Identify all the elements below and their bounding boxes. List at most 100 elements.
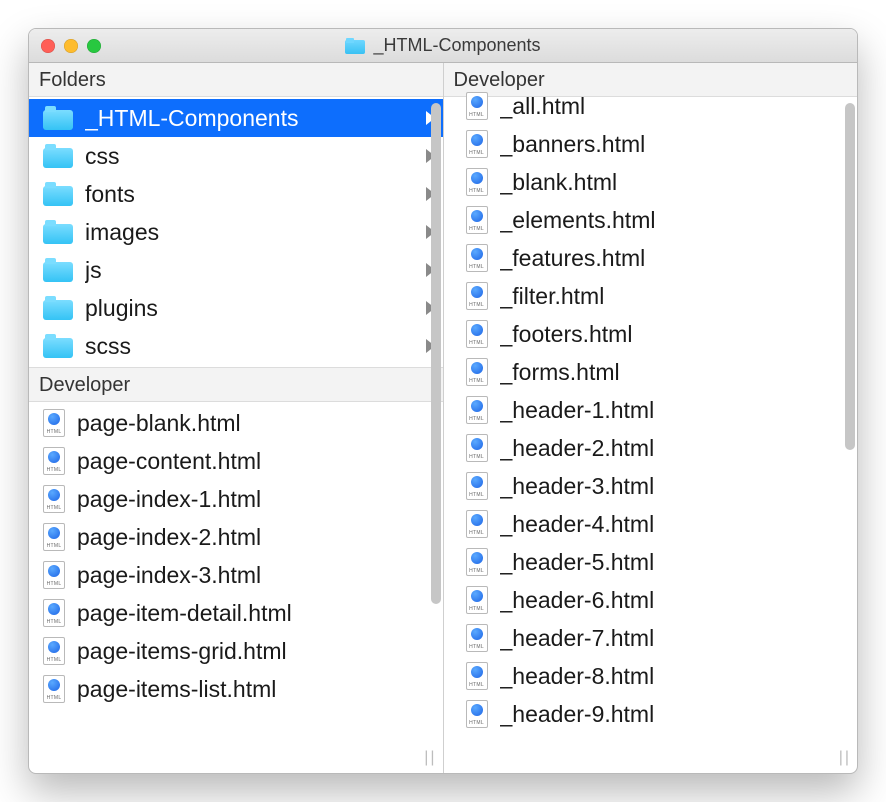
file-label: page-index-3.html: [77, 562, 435, 589]
file-row[interactable]: page-blank.html: [29, 404, 443, 442]
file-row[interactable]: page-index-1.html: [29, 480, 443, 518]
file-label: page-content.html: [77, 448, 435, 475]
file-row[interactable]: _blank.html: [444, 163, 858, 201]
file-label: page-item-detail.html: [77, 600, 435, 627]
window-body: Folders _HTML-Componentscssfontsimagesjs…: [29, 63, 857, 773]
html-file-icon: [466, 282, 488, 310]
window-title-text: _HTML-Components: [373, 35, 540, 56]
file-row[interactable]: _banners.html: [444, 125, 858, 163]
right-scrollbar[interactable]: [845, 103, 855, 745]
folders-list: _HTML-Componentscss fonts imagesjs plugins s…: [29, 97, 443, 367]
folder-label: _HTML-Components: [85, 105, 414, 132]
right-scrollbar-thumb[interactable]: [845, 103, 855, 450]
file-label: _header-4.html: [500, 511, 850, 538]
html-file-icon: [466, 168, 488, 196]
file-label: page-items-grid.html: [77, 638, 435, 665]
right-developer-list: _all.html _banners.html _blank.html _elemen…: [444, 85, 858, 735]
left-developer-section: Developer page-blank.html page-content.ht…: [29, 367, 443, 773]
html-file-icon: [466, 244, 488, 272]
file-label: _header-7.html: [500, 625, 850, 652]
folder-row[interactable]: plugins: [29, 289, 443, 327]
file-row[interactable]: _forms.html: [444, 353, 858, 391]
html-file-icon: [43, 409, 65, 437]
folder-icon: [43, 182, 73, 206]
html-file-icon: [466, 586, 488, 614]
file-row[interactable]: _header-2.html: [444, 429, 858, 467]
folder-icon: [43, 220, 73, 244]
file-label: page-blank.html: [77, 410, 435, 437]
file-label: _header-6.html: [500, 587, 850, 614]
html-file-icon: [466, 472, 488, 500]
minimize-button[interactable]: [64, 39, 78, 53]
file-label: _blank.html: [500, 169, 850, 196]
html-file-icon: [43, 675, 65, 703]
folder-row[interactable]: fonts: [29, 175, 443, 213]
file-row[interactable]: _footers.html: [444, 315, 858, 353]
window-title: _HTML-Components: [345, 35, 540, 56]
file-label: _elements.html: [500, 207, 850, 234]
file-row[interactable]: page-content.html: [29, 442, 443, 480]
file-row[interactable]: _elements.html: [444, 201, 858, 239]
file-label: _header-1.html: [500, 397, 850, 424]
file-row[interactable]: _header-5.html: [444, 543, 858, 581]
html-file-icon: [43, 637, 65, 665]
folder-label: scss: [85, 333, 414, 360]
file-label: _header-9.html: [500, 701, 850, 728]
folder-label: fonts: [85, 181, 414, 208]
finder-window: _HTML-Components Folders _HTML-Component…: [28, 28, 858, 774]
folder-row[interactable]: _HTML-Components: [29, 99, 443, 137]
zoom-button[interactable]: [87, 39, 101, 53]
close-button[interactable]: [41, 39, 55, 53]
file-row[interactable]: _header-4.html: [444, 505, 858, 543]
file-row[interactable]: _header-8.html: [444, 657, 858, 695]
folder-row[interactable]: css: [29, 137, 443, 175]
html-file-icon: [43, 561, 65, 589]
file-row[interactable]: _header-1.html: [444, 391, 858, 429]
file-label: _footers.html: [500, 321, 850, 348]
file-row[interactable]: _header-3.html: [444, 467, 858, 505]
file-label: page-index-1.html: [77, 486, 435, 513]
file-label: _header-5.html: [500, 549, 850, 576]
html-file-icon: [43, 447, 65, 475]
file-row[interactable]: _features.html: [444, 239, 858, 277]
file-label: _all.html: [500, 93, 850, 120]
right-developer-section: Developer _all.html_banners.html_blank.h…: [444, 63, 858, 773]
file-row[interactable]: page-index-3.html: [29, 556, 443, 594]
left-developer-header: Developer: [29, 367, 443, 402]
left-scrollbar-thumb[interactable]: [431, 103, 441, 604]
folder-icon: [345, 38, 365, 54]
folder-row[interactable]: images: [29, 213, 443, 251]
file-row[interactable]: page-index-2.html: [29, 518, 443, 556]
html-file-icon: [466, 92, 488, 120]
folder-icon: [43, 144, 73, 168]
left-scrollbar[interactable]: [431, 103, 441, 745]
file-label: _header-8.html: [500, 663, 850, 690]
file-label: page-index-2.html: [77, 524, 435, 551]
folder-label: plugins: [85, 295, 414, 322]
left-developer-list: page-blank.html page-content.html page-ind…: [29, 402, 443, 710]
html-file-icon: [43, 523, 65, 551]
file-label: _features.html: [500, 245, 850, 272]
html-file-icon: [466, 624, 488, 652]
html-file-icon: [466, 700, 488, 728]
file-row[interactable]: _filter.html: [444, 277, 858, 315]
file-row[interactable]: _header-7.html: [444, 619, 858, 657]
file-row[interactable]: _header-9.html: [444, 695, 858, 733]
folder-icon: [43, 106, 73, 130]
folder-row[interactable]: js: [29, 251, 443, 289]
file-row[interactable]: _header-6.html: [444, 581, 858, 619]
html-file-icon: [43, 485, 65, 513]
window-controls: [41, 39, 101, 53]
folders-section: Folders _HTML-Componentscssfontsimagesjs…: [29, 63, 443, 367]
folder-row[interactable]: scss: [29, 327, 443, 365]
file-row[interactable]: page-items-grid.html: [29, 632, 443, 670]
html-file-icon: [466, 358, 488, 386]
file-label: _filter.html: [500, 283, 850, 310]
file-row[interactable]: _all.html: [444, 87, 858, 125]
file-label: page-items-list.html: [77, 676, 435, 703]
right-resize-grip[interactable]: ||: [839, 749, 851, 767]
left-resize-grip[interactable]: ||: [424, 749, 436, 767]
file-row[interactable]: page-item-detail.html: [29, 594, 443, 632]
file-row[interactable]: page-items-list.html: [29, 670, 443, 708]
html-file-icon: [43, 599, 65, 627]
